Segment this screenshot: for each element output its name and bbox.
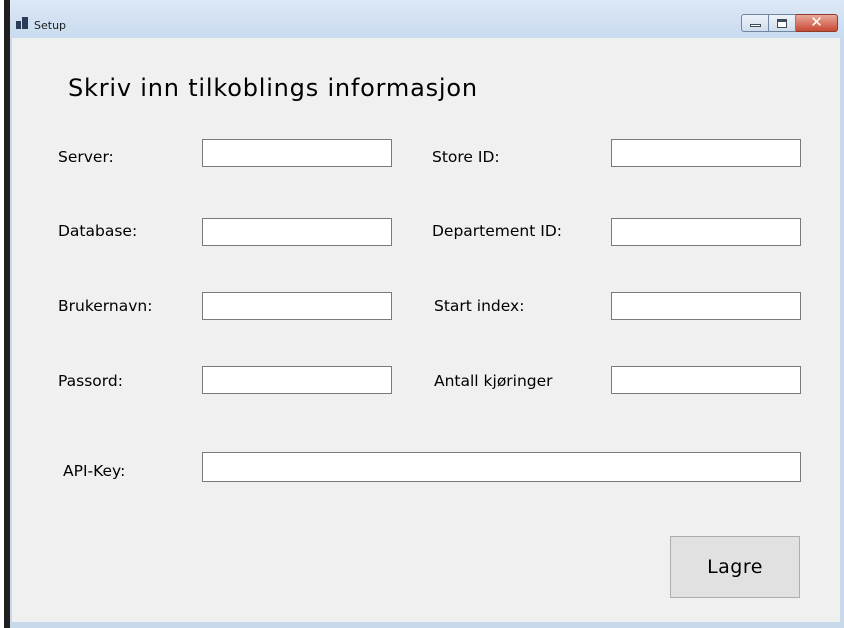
- start-index-label: Start index:: [434, 297, 525, 315]
- antall-kjoringer-label: Antall kjøringer: [434, 372, 553, 390]
- passord-field[interactable]: [202, 366, 392, 394]
- passord-label: Passord:: [58, 372, 123, 390]
- form-heading: Skriv inn tilkoblings informasjon: [68, 74, 478, 102]
- server-label: Server:: [58, 148, 114, 166]
- maximize-icon: [777, 19, 787, 28]
- close-icon: ✕: [810, 13, 823, 31]
- brukernavn-field[interactable]: [202, 292, 392, 320]
- setup-window: Setup ✕ Skriv inn tilkoblings informasjo…: [4, 0, 844, 628]
- app-window-icon: [16, 17, 28, 29]
- form-area: Skriv inn tilkoblings informasjon Server…: [12, 38, 840, 622]
- server-field[interactable]: [202, 139, 392, 167]
- api-key-label: API-Key:: [63, 462, 126, 480]
- title-bar[interactable]: Setup ✕: [10, 0, 844, 38]
- start-index-field[interactable]: [611, 292, 801, 320]
- store-id-label: Store ID:: [432, 148, 500, 166]
- departement-id-field[interactable]: [611, 218, 801, 246]
- api-key-field[interactable]: [202, 452, 801, 482]
- brukernavn-label: Brukernavn:: [58, 297, 153, 315]
- close-button[interactable]: ✕: [796, 13, 838, 32]
- save-button[interactable]: Lagre: [670, 536, 800, 598]
- antall-kjoringer-field[interactable]: [611, 366, 801, 394]
- store-id-field[interactable]: [611, 139, 801, 167]
- database-field[interactable]: [202, 218, 392, 246]
- database-label: Database:: [58, 222, 138, 240]
- minimize-button[interactable]: [741, 14, 769, 32]
- minimize-icon: [750, 24, 761, 27]
- maximize-button[interactable]: [769, 14, 796, 32]
- departement-id-label: Departement ID:: [432, 222, 562, 240]
- caption-buttons: ✕: [741, 13, 838, 34]
- window-title: Setup: [34, 19, 67, 32]
